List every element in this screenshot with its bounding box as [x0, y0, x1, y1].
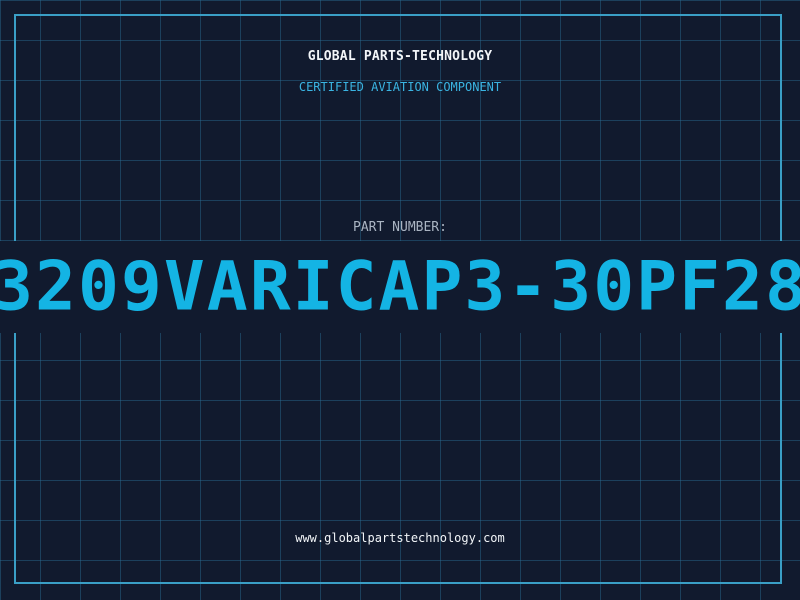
- certification-tagline: CERTIFIED AVIATION COMPONENT: [298, 80, 502, 94]
- part-number-label: PART NUMBER:: [353, 220, 447, 235]
- website-url: www.globalpartstechnology.com: [295, 531, 505, 545]
- part-number-value: 3209VARICAP3-30PF28: [0, 247, 800, 327]
- company-name: GLOBAL PARTS-TECHNOLOGY: [307, 49, 493, 64]
- part-label-card: GLOBAL PARTS-TECHNOLOGY CERTIFIED AVIATI…: [0, 0, 800, 600]
- part-number-band: 3209VARICAP3-30PF28: [0, 241, 800, 333]
